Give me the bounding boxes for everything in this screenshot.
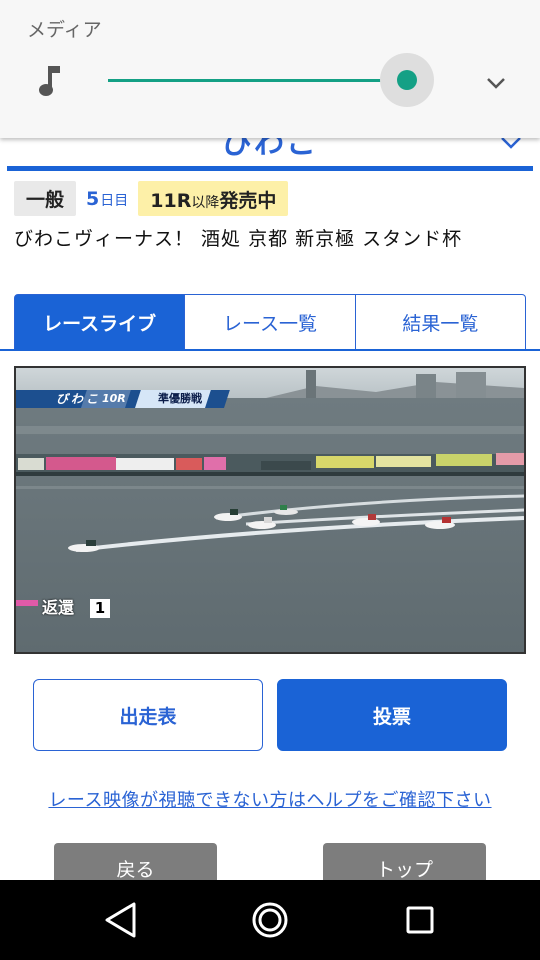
volume-slider-thumb[interactable] <box>397 70 417 90</box>
race-live-video[interactable]: びわこ 10R 準優勝戦 返還 1 <box>14 366 526 654</box>
day-suffix: 日目 <box>100 192 129 209</box>
vote-button[interactable]: 投票 <box>277 679 507 751</box>
sale-after: 以降 <box>191 195 220 211</box>
tab-results-list[interactable]: 結果一覧 <box>355 294 526 351</box>
race-info-row: 一般 5 日目 11R 以降 発売中 <box>14 181 289 216</box>
video-venue-label: びわこ <box>56 392 102 406</box>
sale-status-badge: 11R 以降 発売中 <box>138 181 289 216</box>
tab-underline <box>0 349 540 351</box>
system-back-icon[interactable] <box>104 901 138 939</box>
race-tabs: レースライブ レース一覧 結果一覧 <box>14 294 526 351</box>
video-return-label: 返還 <box>42 598 75 617</box>
tab-race-live[interactable]: レースライブ <box>14 294 186 351</box>
expand-chevron-icon[interactable] <box>485 75 507 91</box>
header-divider <box>7 166 533 171</box>
system-recent-apps-icon[interactable] <box>405 905 435 935</box>
entries-button[interactable]: 出走表 <box>33 679 263 751</box>
video-stage-label: 準優勝戦 <box>158 392 202 405</box>
race-name: びわこヴィーナス！ 酒処 京都 新京極 スタンド杯 <box>14 228 463 250</box>
media-title: メディア <box>27 19 102 41</box>
sale-race: 11R <box>150 190 192 212</box>
help-link[interactable]: レース映像が視聴できない方はヘルプをご確認下さい <box>0 786 540 812</box>
day-number: 5 <box>86 187 100 210</box>
grade-badge: 一般 <box>14 181 77 216</box>
video-return-number: 1 <box>90 599 110 618</box>
system-home-icon[interactable] <box>251 901 289 939</box>
system-nav-bar <box>0 880 540 960</box>
chevron-down-icon[interactable] <box>500 136 522 150</box>
day-label: 5 日目 <box>86 188 128 210</box>
music-note-icon <box>39 66 60 96</box>
tab-race-list[interactable]: レース一覧 <box>185 294 356 351</box>
media-panel: メディア <box>0 0 540 138</box>
volume-slider-fill <box>108 79 407 82</box>
sale-status: 発売中 <box>219 190 277 212</box>
video-race-label: 10R <box>102 392 126 405</box>
app-screen: びわこ 一般 5 日目 11R 以降 発売中 びわこヴィーナス！ 酒処 京都 新京極 … <box>0 0 540 960</box>
